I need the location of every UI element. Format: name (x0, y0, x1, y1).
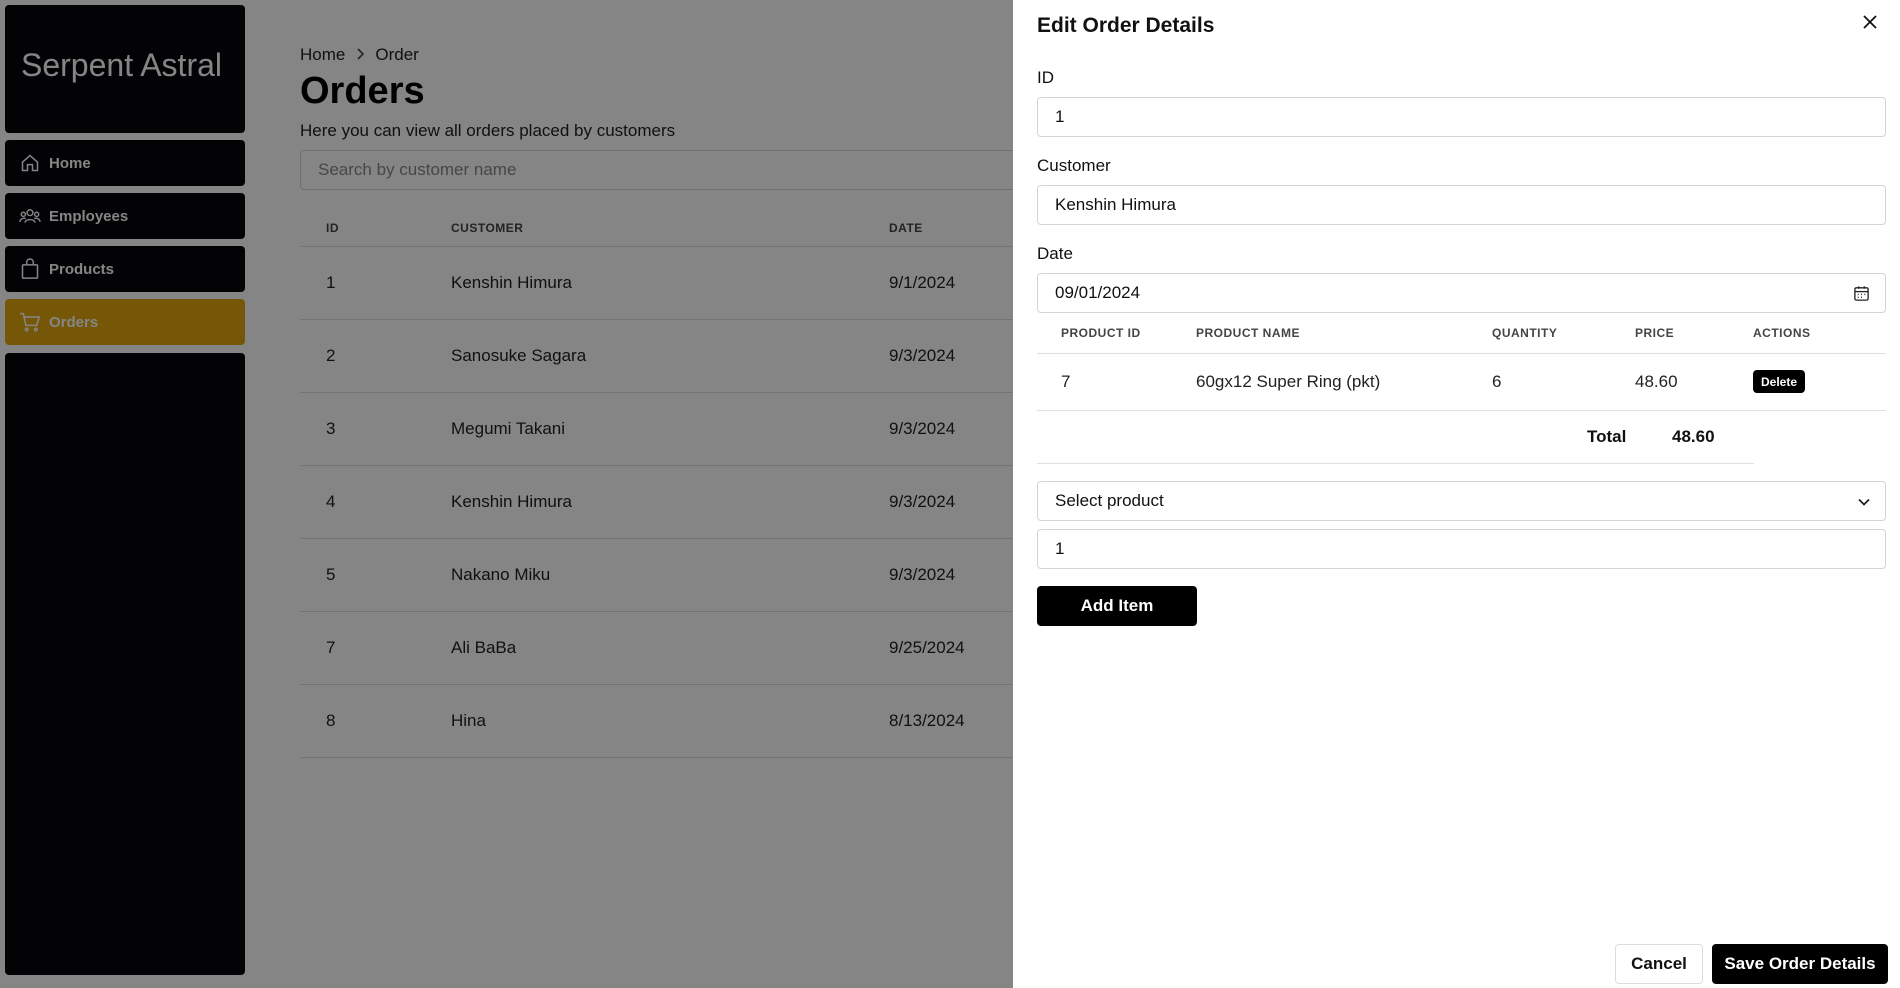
cancel-button[interactable]: Cancel (1615, 944, 1703, 984)
customer-field-value: Kenshin Himura (1055, 195, 1176, 214)
customer-field[interactable]: Kenshin Himura (1037, 185, 1886, 225)
item-quantity: 6 (1492, 353, 1635, 411)
product-select[interactable]: Select product (1037, 481, 1886, 521)
item-product-name: 60gx12 Super Ring (pkt) (1196, 353, 1492, 411)
date-label: Date (1037, 244, 1073, 263)
order-items-table: PRODUCT ID PRODUCT NAME QUANTITY PRICE A… (1037, 313, 1886, 411)
quantity-input-value: 1 (1055, 539, 1065, 558)
drawer-title: Edit Order Details (1037, 14, 1215, 37)
delete-item-button[interactable]: Delete (1753, 370, 1806, 393)
item-product-id: 7 (1037, 353, 1196, 411)
total-label: Total (1587, 427, 1627, 446)
customer-label: Customer (1037, 156, 1111, 175)
table-row: 7 60gx12 Super Ring (pkt) 6 48.60 Delete (1037, 353, 1886, 411)
modal-overlay[interactable] (0, 0, 1013, 988)
add-item-button[interactable]: Add Item (1037, 586, 1197, 626)
date-field[interactable]: 09/01/2024 (1037, 273, 1886, 313)
id-field[interactable]: 1 (1037, 97, 1886, 137)
column-header-quantity: QUANTITY (1492, 313, 1635, 354)
item-actions: Delete (1753, 353, 1886, 411)
close-icon[interactable] (1858, 10, 1882, 34)
save-order-button[interactable]: Save Order Details (1712, 944, 1888, 984)
product-select-value: Select product (1055, 491, 1164, 510)
item-price: 48.60 (1635, 353, 1753, 411)
calendar-icon[interactable] (1853, 285, 1871, 303)
total-row: Total 48.60 (1037, 412, 1754, 464)
column-header-product-id: PRODUCT ID (1037, 313, 1196, 354)
total-value: 48.60 (1672, 427, 1715, 446)
column-header-actions: ACTIONS (1753, 313, 1886, 354)
date-field-value: 09/01/2024 (1055, 283, 1141, 302)
table-header-row: PRODUCT ID PRODUCT NAME QUANTITY PRICE A… (1037, 313, 1886, 354)
edit-order-drawer: Edit Order Details ID 1 Customer Kenshin… (1013, 0, 1900, 988)
column-header-product-name: PRODUCT NAME (1196, 313, 1492, 354)
id-field-value: 1 (1055, 107, 1065, 126)
quantity-input[interactable]: 1 (1037, 529, 1886, 569)
chevron-down-icon (1857, 494, 1873, 510)
column-header-price: PRICE (1635, 313, 1753, 354)
id-label: ID (1037, 68, 1054, 87)
